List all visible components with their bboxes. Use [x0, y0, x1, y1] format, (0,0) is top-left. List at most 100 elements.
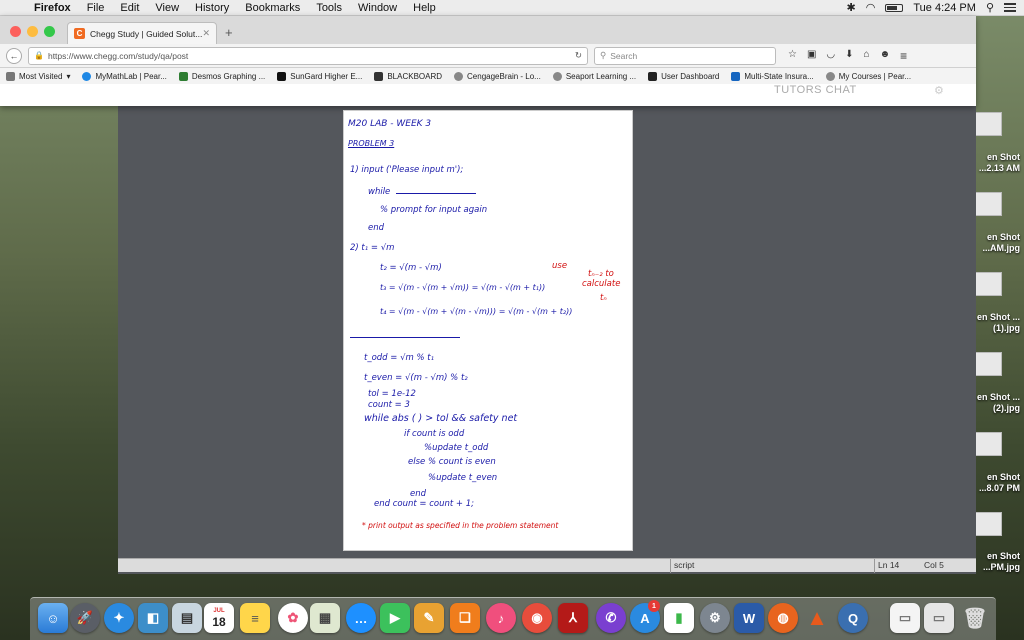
- back-arrow-icon[interactable]: ←: [6, 47, 22, 64]
- gear-icon[interactable]: ⚙: [934, 84, 944, 97]
- desktop-thumbnail[interactable]: [974, 432, 1002, 456]
- bluetooth-icon[interactable]: ✱: [847, 1, 856, 14]
- bookmark-desmos[interactable]: Desmos Graphing ...: [178, 71, 265, 81]
- bookmark-seaport[interactable]: Seaport Learning ...: [552, 71, 636, 81]
- chegg-favicon-icon: C: [74, 28, 85, 39]
- note-line: end count = count + 1;: [374, 499, 474, 509]
- tab-bar: C Chegg Study | Guided Solut... ✕ +: [0, 16, 976, 44]
- downloads-stack-icon[interactable]: ▭: [890, 603, 920, 633]
- bookmark-user-dashboard[interactable]: User Dashboard: [648, 71, 719, 81]
- desktop-thumbnail[interactable]: [974, 352, 1002, 376]
- search-input[interactable]: ⚲ Search: [594, 46, 776, 65]
- home-icon[interactable]: ⌂: [864, 49, 870, 63]
- menu-app-firefox[interactable]: Firefox: [26, 2, 79, 14]
- bookmark-cengagebrain[interactable]: CengageBrain - Lo...: [454, 71, 541, 81]
- photo-icon[interactable]: ▤: [172, 603, 202, 633]
- new-tab-icon[interactable]: +: [225, 25, 233, 40]
- menu-bookmarks[interactable]: Bookmarks: [237, 2, 308, 14]
- numbers-icon[interactable]: ▮: [664, 603, 694, 633]
- documents-stack-icon[interactable]: ▭: [924, 603, 954, 633]
- menu-help[interactable]: Help: [405, 2, 444, 14]
- note-line: end: [368, 223, 385, 233]
- bookmark-multi-state[interactable]: Multi-State Insura...: [731, 71, 814, 81]
- matlab-icon[interactable]: ▲: [802, 603, 832, 633]
- menu-hamburger-icon[interactable]: ≡: [900, 49, 907, 63]
- tutors-chat-label[interactable]: TUTORS CHAT: [774, 84, 857, 96]
- bookmark-star-icon[interactable]: ☆: [788, 49, 797, 63]
- maps-icon[interactable]: ▦: [310, 603, 340, 633]
- close-tab-icon[interactable]: ✕: [202, 28, 210, 39]
- url-text[interactable]: https://www.chegg.com/study/qa/post: [48, 51, 188, 61]
- url-bar[interactable]: 🔒 https://www.chegg.com/study/qa/post ↻: [28, 46, 588, 65]
- note-line: %update t_even: [428, 473, 498, 483]
- window-controls: [10, 18, 55, 44]
- pages-icon[interactable]: ✎: [414, 603, 444, 633]
- chrome-icon[interactable]: ◉: [522, 603, 552, 633]
- bookmark-blackboard[interactable]: BLACKBOARD: [374, 71, 442, 81]
- menu-window[interactable]: Window: [350, 2, 405, 14]
- system-preferences-icon[interactable]: ⚙: [700, 603, 730, 633]
- bookmark-mymathlab[interactable]: MyMathLab | Pear...: [82, 71, 167, 81]
- word-icon[interactable]: W: [734, 603, 764, 633]
- itunes-icon[interactable]: ♪: [486, 603, 516, 633]
- trash-icon[interactable]: 🗑: [960, 603, 990, 633]
- note-line: 2) t₁ = √m: [350, 243, 395, 253]
- note-annotation: tₙ: [600, 293, 607, 303]
- quicktime-icon[interactable]: Q: [838, 603, 868, 633]
- desktop-thumbnail[interactable]: [974, 272, 1002, 296]
- viber-icon[interactable]: ✆: [596, 603, 626, 633]
- desktop-thumbnail[interactable]: [974, 512, 1002, 536]
- photos-icon[interactable]: ✿: [278, 603, 308, 633]
- zoom-window-icon[interactable]: [44, 25, 55, 37]
- reload-icon[interactable]: ↻: [575, 50, 582, 61]
- note-line: while abs ( ) > tol && safety net: [364, 413, 518, 424]
- note-line: t_even = √(m - √m) % t₂: [364, 373, 468, 383]
- menu-bar: Firefox File Edit View History Bookmarks…: [0, 0, 1024, 16]
- notification-center-icon[interactable]: [1004, 3, 1016, 12]
- note-line: if count is odd: [404, 429, 465, 439]
- status-mode: script: [674, 560, 695, 570]
- reading-list-icon[interactable]: ▣: [807, 49, 816, 63]
- note-line: 1) input ('Please input m');: [350, 165, 464, 175]
- firefox-icon[interactable]: ◍: [768, 603, 798, 633]
- spotlight-search-icon[interactable]: ⚲: [986, 1, 994, 14]
- menu-tools[interactable]: Tools: [308, 2, 350, 14]
- safari-icon[interactable]: ✦: [104, 603, 134, 633]
- page-content-strip: TUTORS CHAT ⚙: [0, 84, 976, 106]
- menu-view[interactable]: View: [147, 2, 187, 14]
- extension-icon[interactable]: ☻: [880, 49, 891, 63]
- desktop-thumbnail[interactable]: [974, 112, 1002, 136]
- messages-icon[interactable]: …: [346, 603, 376, 633]
- launchpad-icon[interactable]: 🚀: [70, 603, 100, 633]
- wifi-icon[interactable]: ◠: [866, 1, 876, 14]
- downloads-icon[interactable]: ⬇: [845, 49, 853, 63]
- clock[interactable]: Tue 4:24 PM: [913, 2, 976, 14]
- bookmark-most-visited[interactable]: Most Visited ▾: [6, 71, 70, 81]
- facetime-icon[interactable]: ▶: [380, 603, 410, 633]
- bookmark-sungard[interactable]: SunGard Higher E...: [277, 71, 362, 81]
- bookmark-my-courses[interactable]: My Courses | Pear...: [825, 71, 911, 81]
- browser-window: C Chegg Study | Guided Solut... ✕ + ← 🔒 …: [0, 16, 976, 106]
- pocket-icon[interactable]: ◡: [826, 49, 835, 63]
- note-divider: [350, 337, 460, 338]
- note-annotation: use: [552, 261, 568, 271]
- acrobat-icon[interactable]: ⅄: [558, 603, 588, 633]
- menu-history[interactable]: History: [187, 2, 237, 14]
- notes-icon[interactable]: ≡: [240, 603, 270, 633]
- note-header: M20 LAB - WEEK 3: [348, 119, 432, 129]
- preview-icon[interactable]: ◧: [138, 603, 168, 633]
- ibooks-icon[interactable]: ❏: [450, 603, 480, 633]
- tab-chegg-study[interactable]: C Chegg Study | Guided Solut... ✕: [67, 22, 217, 44]
- minimize-window-icon[interactable]: [27, 25, 38, 37]
- desktop-thumbnail[interactable]: [974, 192, 1002, 216]
- note-line: % prompt for input again: [380, 205, 488, 215]
- menu-edit[interactable]: Edit: [112, 2, 147, 14]
- finder-icon[interactable]: ☺: [38, 603, 68, 633]
- calendar-icon[interactable]: JUL 18: [204, 603, 234, 633]
- search-icon: ⚲: [600, 50, 607, 60]
- bookmarks-toolbar: Most Visited ▾ MyMathLab | Pear... Desmo…: [0, 68, 976, 84]
- close-window-icon[interactable]: [10, 25, 21, 37]
- menu-file[interactable]: File: [79, 2, 113, 14]
- battery-icon[interactable]: [885, 3, 904, 12]
- lock-icon[interactable]: 🔒: [34, 51, 44, 60]
